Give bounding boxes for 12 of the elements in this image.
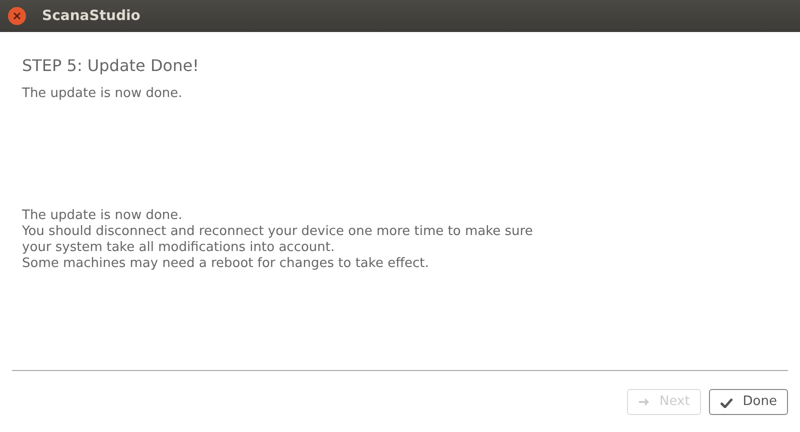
done-button[interactable]: Done [708, 389, 788, 415]
message-line: your system take all modifications into account. [22, 240, 336, 256]
close-button[interactable] [8, 7, 26, 25]
step-heading: STEP 5: Update Done! [22, 55, 200, 77]
check-icon [720, 396, 733, 408]
message-line: You should disconnect and reconnect your device one more time to make sure [22, 224, 534, 240]
message-line: The update is now done. [22, 208, 184, 224]
step-subtitle: The update is now done. [22, 85, 184, 103]
close-icon [13, 12, 21, 20]
arrow-icon [638, 396, 650, 408]
message-line: Some machines may need a reboot for changes to take effect. [22, 256, 430, 272]
window-title: ScanaStudio [42, 6, 140, 26]
